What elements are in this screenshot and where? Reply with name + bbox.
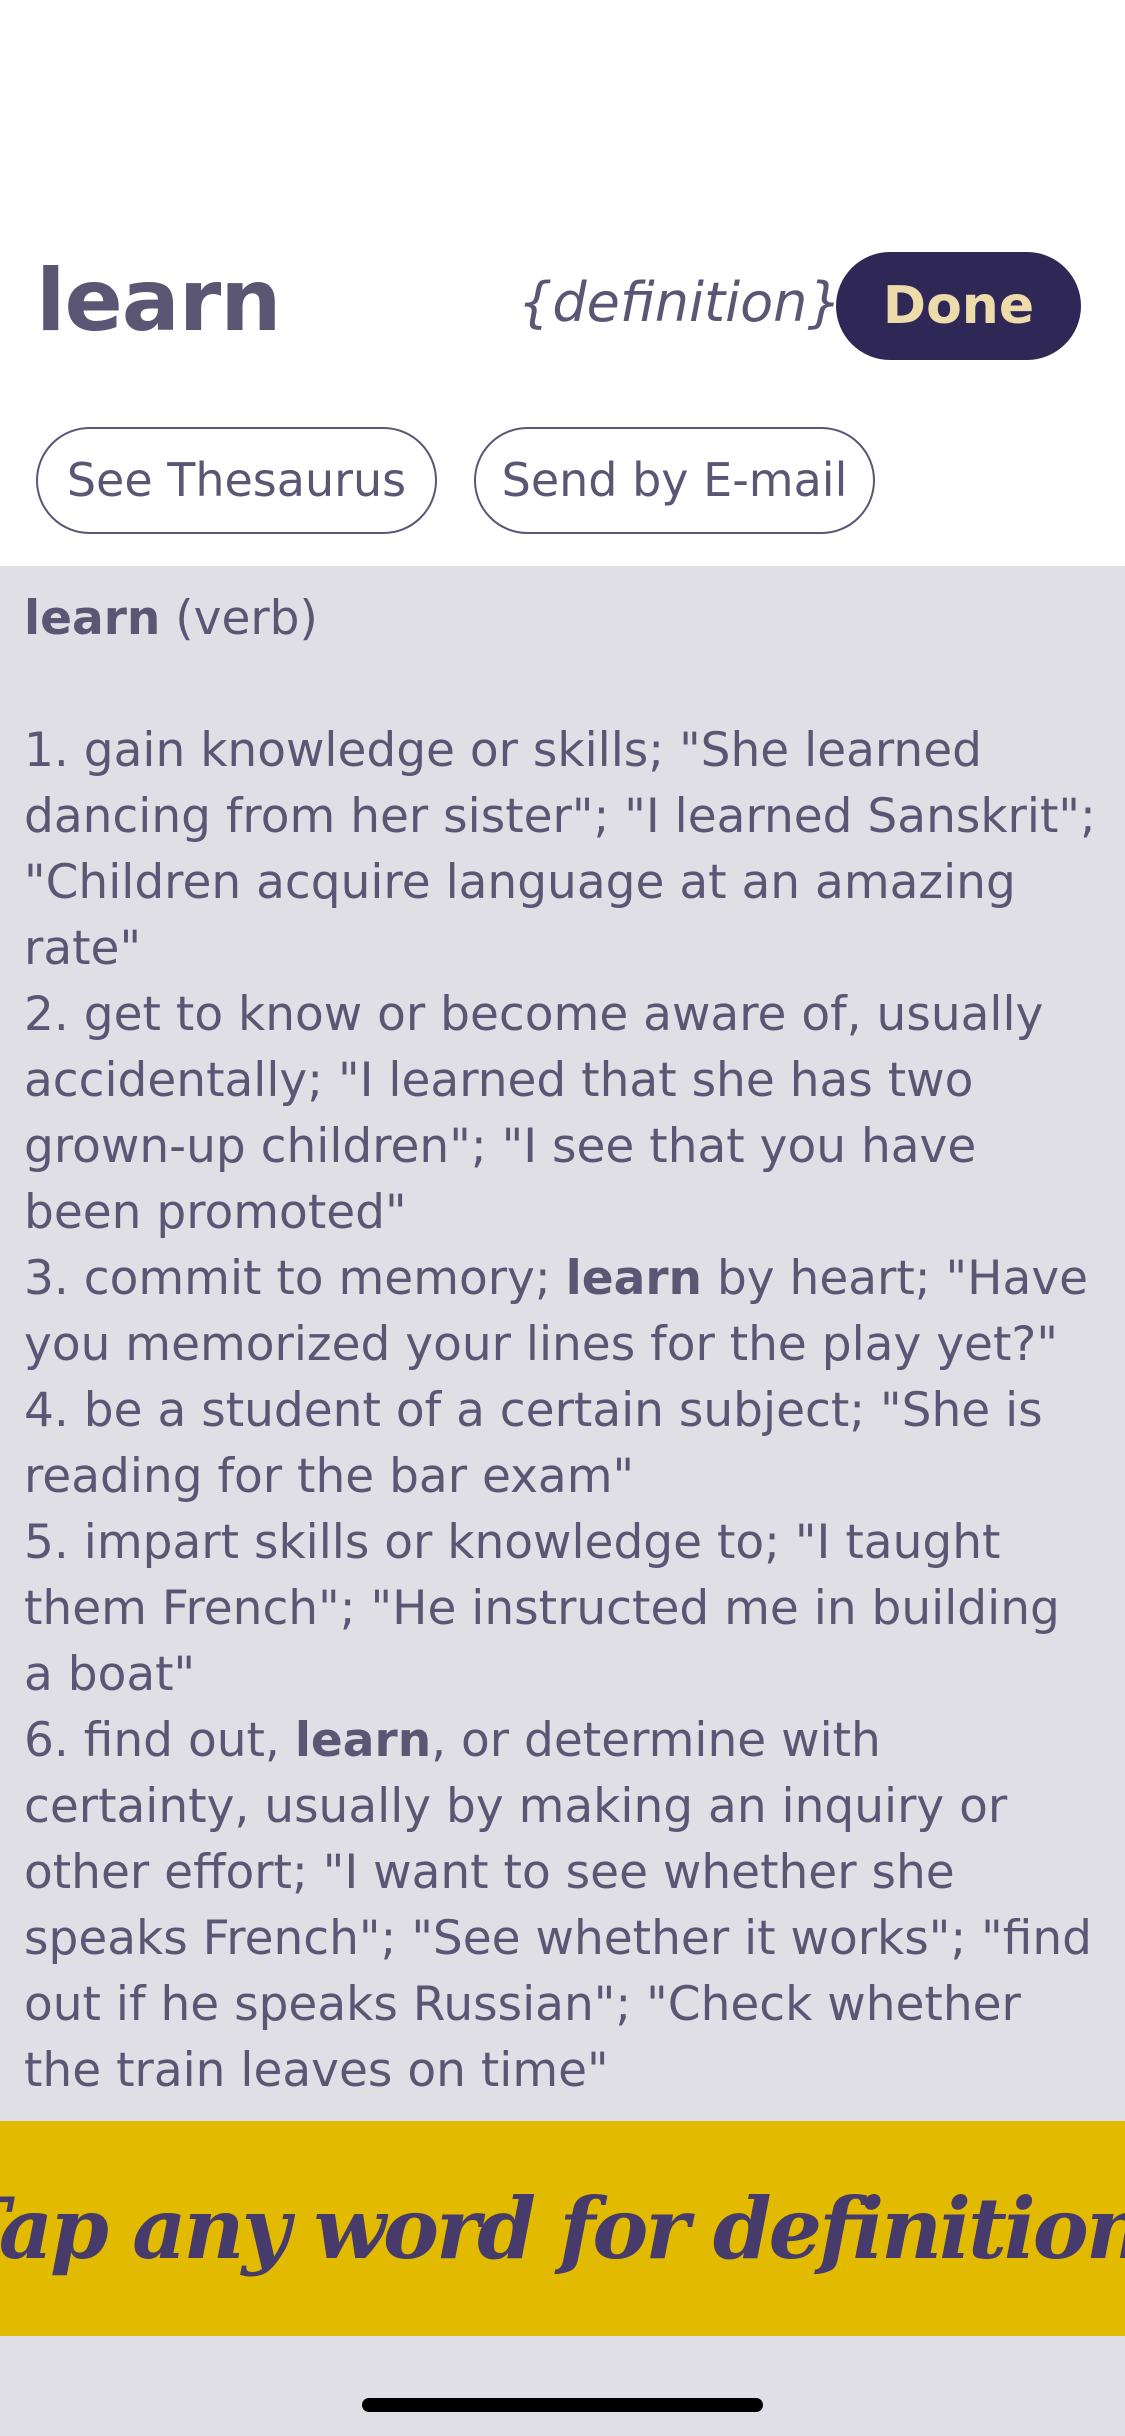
banner-text: Tap any word for definition! <box>0 2179 1125 2278</box>
home-indicator[interactable] <box>362 2398 763 2412</box>
mode-label: {definition} <box>518 271 842 334</box>
done-button[interactable]: Done <box>836 252 1081 360</box>
sense-item[interactable]: 4. be a student of a certain subject; "S… <box>24 1378 1101 1510</box>
send-by-email-button[interactable]: Send by E-mail <box>474 427 875 534</box>
sense-keyword[interactable]: learn <box>295 1713 431 1768</box>
sense-text[interactable]: 4. be a student of a certain subject; "S… <box>24 1383 1043 1504</box>
headword[interactable]: learn <box>24 591 160 646</box>
sense-text[interactable]: 2. get to know or become aware of, usual… <box>24 987 1043 1240</box>
sense-text[interactable]: 6. find out, <box>24 1713 295 1768</box>
sense-item[interactable]: 5. impart skills or knowledge to; "I tau… <box>24 1510 1101 1708</box>
headword-line: learn (verb) <box>24 586 1101 652</box>
header-bar: learn {definition} Done See Thesaurus Se… <box>0 0 1125 566</box>
sense-keyword[interactable]: learn <box>566 1251 702 1306</box>
part-of-speech[interactable]: (verb) <box>175 591 318 646</box>
dictionary-screen: learn {definition} Done See Thesaurus Se… <box>0 0 1125 2436</box>
see-thesaurus-button[interactable]: See Thesaurus <box>36 427 437 534</box>
sense-list: 1. gain knowledge or skills; "She learne… <box>24 718 1101 2104</box>
sense-text[interactable]: 1. gain knowledge or skills; "She learne… <box>24 723 1096 976</box>
sense-text[interactable]: 5. impart skills or knowledge to; "I tau… <box>24 1515 1060 1702</box>
definition-panel[interactable]: learn (verb) 1. gain knowledge or skills… <box>0 566 1125 2121</box>
tap-hint-banner: Tap any word for definition! <box>0 2121 1125 2336</box>
sense-item[interactable]: 3. commit to memory; learn by heart; "Ha… <box>24 1246 1101 1378</box>
sense-text[interactable]: , or determine with certainty, usually b… <box>24 1713 1092 2098</box>
sense-item[interactable]: 2. get to know or become aware of, usual… <box>24 982 1101 1246</box>
sense-item[interactable]: 1. gain knowledge or skills; "She learne… <box>24 718 1101 982</box>
word-title: learn <box>36 251 281 351</box>
sense-text[interactable]: 3. commit to memory; <box>24 1251 566 1306</box>
sense-item[interactable]: 6. find out, learn, or determine with ce… <box>24 1708 1101 2104</box>
bottom-safe-area <box>0 2336 1125 2436</box>
